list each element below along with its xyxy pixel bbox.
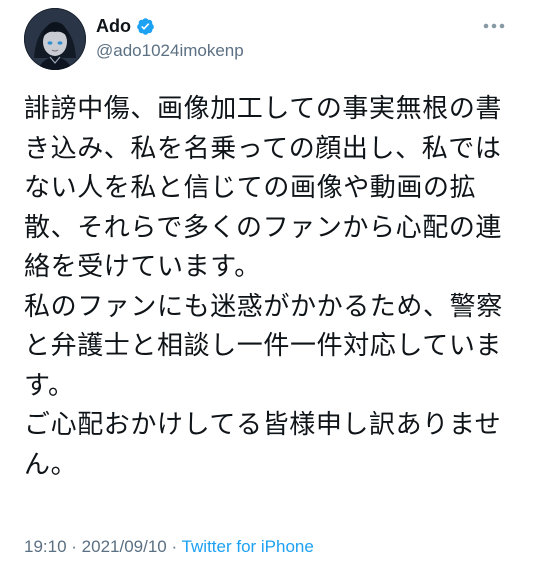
more-options-icon [483, 23, 505, 29]
tweet-text-line: ない人を私と信じての画像や動画の拡 [24, 173, 477, 203]
tweet-card: Ado @ado1024imokenp 誹謗中傷、画像加工しての事実無根の書 き… [0, 0, 534, 574]
tweet-text-line: す。 [24, 370, 75, 401]
tweet-text-line: と弁護士と相談し一件一件対応していま [24, 331, 503, 361]
name-row: Ado [96, 14, 244, 38]
tweet-text-line: ん。 [24, 449, 78, 480]
tweet-text-line: き込み、私を名乗っての顔出し、私では [24, 133, 502, 164]
tweet-text-line: ご心配おかけしてる皆様申し訳ありませ [24, 410, 502, 440]
tweet-text-line: 誹謗中傷、画像加工しての事実無根の書 [24, 94, 503, 124]
tweet-text-line: 散、それらで多くのファンから心配の連 [24, 212, 503, 243]
avatar-image [24, 8, 86, 70]
tweet-metadata: 19:10 · 2021/09/10 · Twitter for iPhone [24, 537, 314, 557]
display-name[interactable]: Ado [96, 16, 131, 37]
tweet-time[interactable]: 19:10 [24, 537, 67, 556]
tweet-date[interactable]: 2021/09/10 [82, 537, 167, 556]
meta-separator: · [166, 537, 182, 556]
tweet-text-line: 絡を受けています。 [24, 252, 261, 282]
tweet-text: 誹謗中傷、画像加工しての事実無根の書 き込み、私を名乗っての顔出し、私では ない… [24, 90, 524, 485]
meta-separator: · [66, 537, 82, 556]
user-info: Ado @ado1024imokenp [96, 14, 244, 61]
tweet-header: Ado @ado1024imokenp [24, 8, 510, 72]
user-handle[interactable]: @ado1024imokenp [96, 41, 244, 61]
avatar[interactable] [24, 8, 86, 70]
verified-badge-icon [136, 17, 155, 36]
tweet-source-link[interactable]: Twitter for iPhone [182, 537, 314, 556]
tweet-text-line: 私のファンにも迷惑がかかるため、警察 [24, 291, 503, 322]
more-options-button[interactable] [478, 14, 510, 38]
